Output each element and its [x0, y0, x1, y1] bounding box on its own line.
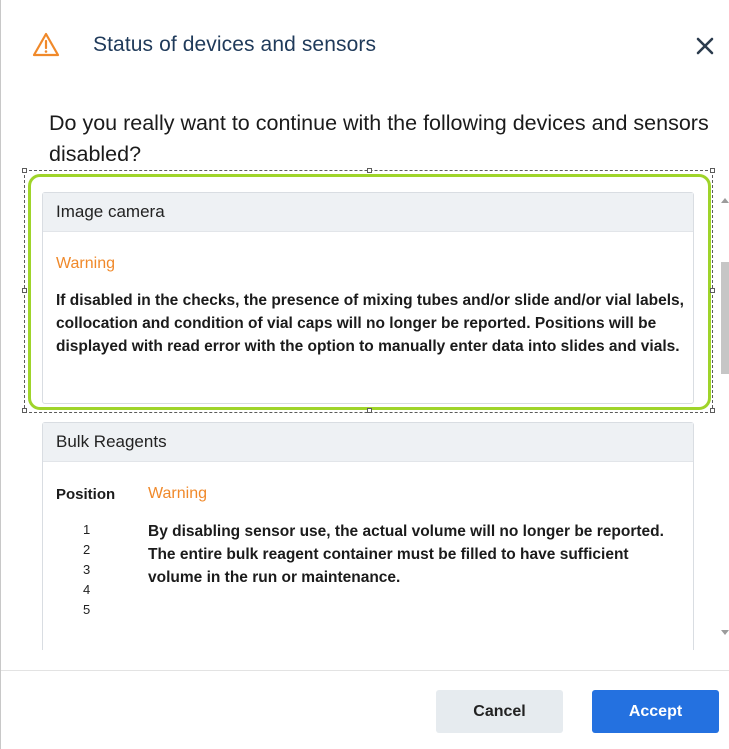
device-card-bulk-reagents[interactable]: Bulk Reagents Position Warning 1 2 3 4 5… — [42, 422, 694, 650]
scroll-up-icon[interactable] — [721, 198, 729, 203]
resize-handle[interactable] — [710, 288, 715, 293]
resize-handle[interactable] — [710, 168, 715, 173]
position-list: 1 2 3 4 5 — [83, 520, 103, 620]
close-icon[interactable] — [693, 34, 717, 58]
resize-handle[interactable] — [22, 168, 27, 173]
device-list[interactable]: Image camera Warning If disabled in the … — [1, 168, 729, 650]
warning-label: Warning — [148, 485, 207, 502]
dialog: Status of devices and sensors Do you rea… — [0, 0, 729, 749]
resize-handle[interactable] — [22, 288, 27, 293]
position-item: 1 — [83, 522, 91, 537]
dialog-header: Status of devices and sensors — [1, 0, 729, 90]
device-card-header: Image camera — [43, 193, 693, 232]
scroll-down-icon[interactable] — [721, 630, 729, 635]
dialog-title: Status of devices and sensors — [93, 33, 377, 56]
resize-handle[interactable] — [367, 168, 372, 173]
warning-text: By disabling sensor use, the actual volu… — [148, 523, 664, 586]
accept-button[interactable]: Accept — [592, 690, 719, 733]
confirmation-question: Do you really want to continue with the … — [49, 111, 709, 166]
device-card-image-camera[interactable]: Image camera Warning If disabled in the … — [42, 192, 694, 404]
position-item: 2 — [83, 542, 91, 557]
position-item: 5 — [83, 602, 91, 617]
scrollbar-thumb[interactable] — [721, 262, 729, 374]
resize-handle[interactable] — [22, 408, 27, 413]
footer-divider — [1, 670, 729, 671]
resize-handle[interactable] — [710, 408, 715, 413]
position-item: 3 — [83, 562, 91, 577]
resize-handle[interactable] — [367, 408, 372, 413]
cancel-button[interactable]: Cancel — [436, 690, 563, 733]
position-item: 4 — [83, 582, 91, 597]
warning-text: If disabled in the checks, the presence … — [56, 292, 684, 355]
warning-label: Warning — [56, 255, 115, 272]
warning-triangle-icon — [32, 32, 60, 58]
position-column-header: Position — [56, 486, 116, 503]
device-card-header: Bulk Reagents — [43, 423, 693, 462]
